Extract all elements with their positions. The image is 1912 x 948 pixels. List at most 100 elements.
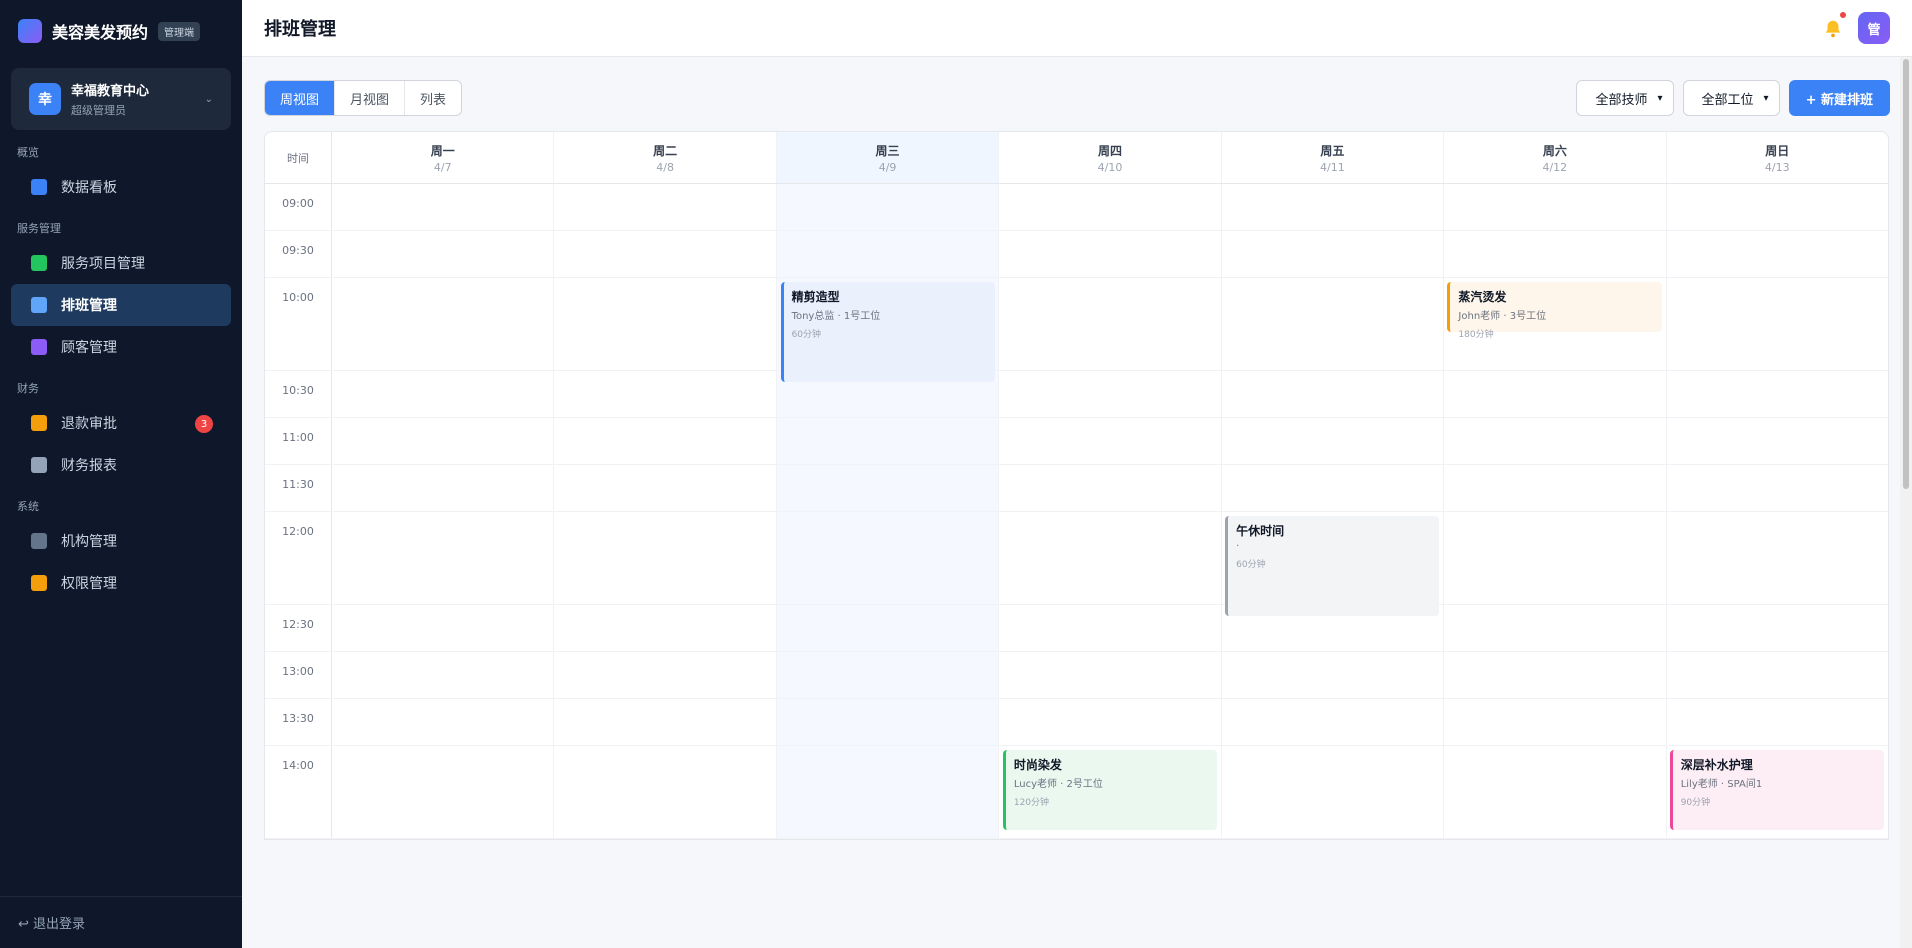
view-tab[interactable]: 周视图 [265, 81, 336, 115]
time-slot-cell[interactable] [1444, 699, 1667, 745]
time-slot-cell[interactable] [1444, 465, 1667, 511]
sidebar-item[interactable]: 财务报表 [11, 444, 231, 486]
time-slot-cell[interactable] [1222, 371, 1445, 417]
time-slot-cell[interactable] [1667, 605, 1888, 651]
time-slot-cell[interactable] [999, 605, 1222, 651]
schedule-event[interactable]: 深层补水护理 Lily老师 · SPA间1 90分钟 [1669, 750, 1884, 830]
notification-dot [1840, 12, 1846, 18]
time-slot-cell[interactable] [1444, 512, 1667, 604]
time-slot-cell[interactable] [999, 418, 1222, 464]
time-slot-cell[interactable] [999, 231, 1222, 277]
time-slot-cell[interactable] [1444, 184, 1667, 230]
time-slot-cell[interactable] [332, 605, 555, 651]
time-slot-cell[interactable] [776, 184, 1000, 230]
time-slot-cell[interactable] [1667, 184, 1888, 230]
time-label: 11:30 [265, 465, 332, 511]
time-slot-cell[interactable] [332, 371, 555, 417]
time-slot-cell[interactable] [1222, 699, 1445, 745]
sidebar-item[interactable]: 数据看板 [11, 166, 231, 208]
user-avatar[interactable]: 管 [1858, 12, 1890, 44]
time-slot-cell[interactable] [1667, 699, 1888, 745]
time-slot-cell[interactable] [332, 231, 555, 277]
sidebar-item[interactable]: 权限管理 [11, 562, 231, 604]
time-slot-cell[interactable] [776, 231, 1000, 277]
time-slot-cell[interactable] [999, 371, 1222, 417]
time-slot-cell[interactable] [776, 465, 1000, 511]
time-slot-cell[interactable] [554, 418, 777, 464]
time-slot-cell[interactable] [554, 699, 777, 745]
bell-icon[interactable] [1822, 12, 1846, 40]
time-slot-cell[interactable] [776, 699, 1000, 745]
time-slot-cell[interactable] [332, 184, 555, 230]
sidebar-item[interactable]: 顾客管理 [11, 326, 231, 368]
time-slot-cell[interactable] [554, 278, 777, 370]
sidebar-item[interactable]: 退款审批 3 [11, 402, 231, 444]
new-schedule-button[interactable]: + 新建排班 [1788, 80, 1890, 116]
view-tab[interactable]: 列表 [405, 81, 461, 115]
view-tab[interactable]: 月视图 [335, 81, 406, 115]
week-calendar: 时间 周一 4/7 周二 4/8 周三 4/9 周四 4/10 周五 4/11 周六 4/12 周日 4/… [264, 131, 1889, 840]
time-slot-cell[interactable] [1222, 418, 1445, 464]
schedule-event[interactable]: 午休时间 · 60分钟 [1225, 516, 1440, 616]
sidebar-item[interactable]: 机构管理 [11, 520, 231, 562]
time-slot-cell[interactable] [1222, 231, 1445, 277]
time-slot-cell[interactable] [554, 465, 777, 511]
schedule-event[interactable]: 时尚染发 Lucy老师 · 2号工位 120分钟 [1002, 750, 1218, 830]
time-slot-cell[interactable] [1444, 231, 1667, 277]
time-slot-cell[interactable] [1444, 652, 1667, 698]
time-slot-cell[interactable] [1667, 231, 1888, 277]
org-switcher[interactable]: 幸 幸福教育中心 超级管理员 ⌄ [11, 68, 231, 130]
time-slot-cell[interactable] [776, 746, 1000, 838]
time-slot-cell[interactable] [332, 746, 555, 838]
technician-filter[interactable]: 全部技师 ▾ [1576, 80, 1674, 116]
time-slot-cell[interactable] [554, 231, 777, 277]
time-slot-cell[interactable] [1444, 371, 1667, 417]
time-slot-cell[interactable] [1444, 746, 1667, 838]
time-slot-cell[interactable] [999, 184, 1222, 230]
time-slot-cell[interactable] [1222, 184, 1445, 230]
time-slot-cell[interactable] [999, 512, 1222, 604]
time-slot-cell[interactable] [776, 512, 1000, 604]
time-label: 14:00 [265, 746, 332, 838]
time-slot-cell[interactable] [332, 699, 555, 745]
time-slot-cell[interactable] [554, 184, 777, 230]
station-filter[interactable]: 全部工位 ▾ [1682, 80, 1780, 116]
time-slot-cell[interactable] [999, 278, 1222, 370]
time-slot-cell[interactable] [776, 652, 1000, 698]
time-slot-cell[interactable] [332, 652, 555, 698]
sidebar-item[interactable]: 服务项目管理 [11, 242, 231, 284]
time-slot-cell[interactable] [999, 652, 1222, 698]
schedule-event[interactable]: 蒸汽烫发 John老师 · 3号工位 180分钟 [1447, 282, 1662, 340]
chevron-down-icon[interactable]: ⌄ [205, 94, 213, 105]
time-slot-cell[interactable] [1667, 465, 1888, 511]
time-slot-cell[interactable] [1667, 512, 1888, 604]
scrollbar-thumb[interactable] [1903, 59, 1909, 489]
time-slot-cell[interactable] [332, 418, 555, 464]
time-slot-cell[interactable] [332, 278, 555, 370]
logout-button[interactable]: ↩ 退出登录 [0, 896, 242, 948]
time-slot-cell[interactable] [1222, 465, 1445, 511]
time-slot-cell[interactable] [554, 652, 777, 698]
time-slot-cell[interactable] [1444, 418, 1667, 464]
time-slot-cell[interactable] [1444, 605, 1667, 651]
time-slot-cell[interactable] [554, 371, 777, 417]
time-slot-cell[interactable] [332, 512, 555, 604]
time-slot-cell[interactable] [1222, 278, 1445, 370]
vertical-scrollbar[interactable] [1900, 57, 1912, 948]
time-slot-cell[interactable] [999, 465, 1222, 511]
time-slot-cell[interactable] [554, 605, 777, 651]
sidebar-item[interactable]: 排班管理 [11, 284, 231, 326]
time-slot-cell[interactable] [1667, 652, 1888, 698]
time-slot-cell[interactable] [554, 512, 777, 604]
time-slot-cell[interactable] [1667, 371, 1888, 417]
time-slot-cell[interactable] [554, 746, 777, 838]
time-slot-cell[interactable] [776, 418, 1000, 464]
time-slot-cell[interactable] [1222, 652, 1445, 698]
time-slot-cell[interactable] [999, 699, 1222, 745]
time-slot-cell[interactable] [1222, 746, 1445, 838]
schedule-event[interactable]: 精剪造型 Tony总监 · 1号工位 60分钟 [780, 282, 995, 382]
time-slot-cell[interactable] [1667, 418, 1888, 464]
time-slot-cell[interactable] [332, 465, 555, 511]
time-slot-cell[interactable] [1667, 278, 1888, 370]
time-slot-cell[interactable] [776, 605, 1000, 651]
